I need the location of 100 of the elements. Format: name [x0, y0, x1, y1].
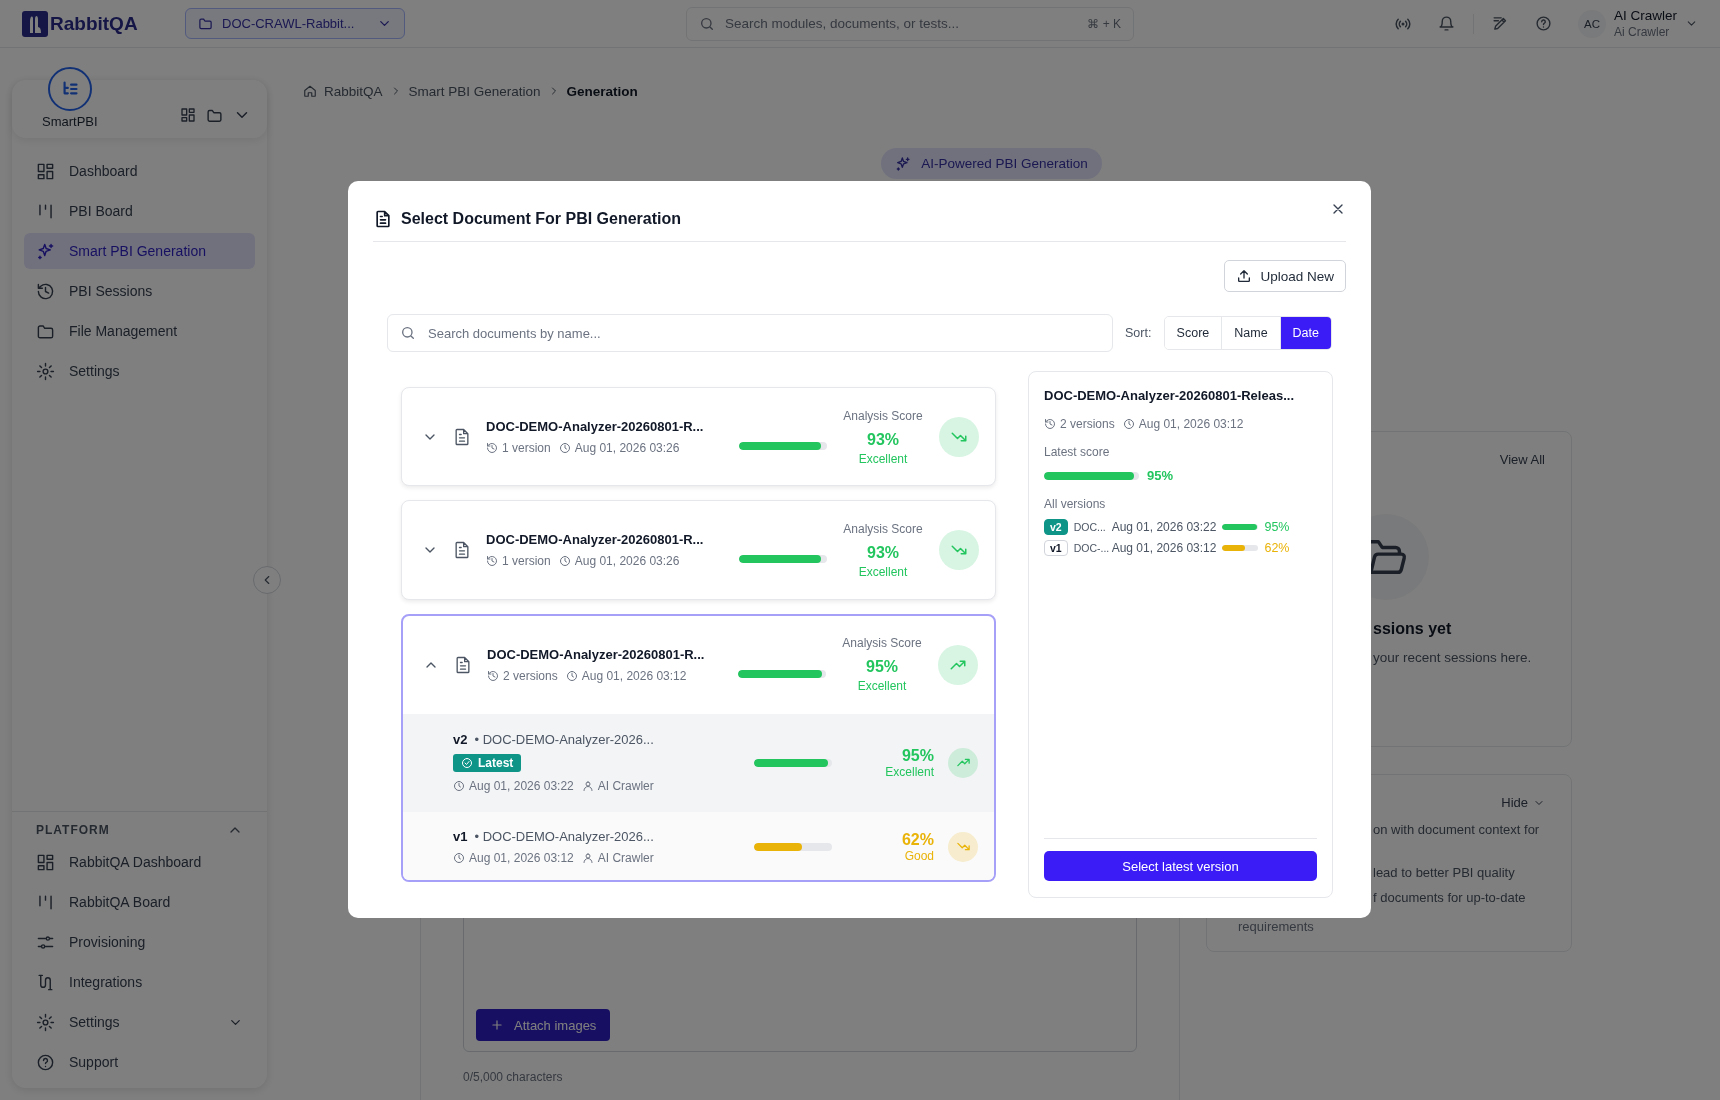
tip-text: on with document context for: [1373, 822, 1541, 837]
version-name: DOC...: [1073, 521, 1106, 533]
character-counter: 0/5,000 characters: [463, 1070, 564, 1084]
user-name: AI Crawler: [1614, 8, 1677, 23]
trend-up-icon: [948, 747, 978, 778]
version-count: 1 version: [502, 554, 551, 569]
clock-icon: [565, 669, 578, 682]
version-name: • DOC-DEMO-Analyzer-2026...: [474, 828, 654, 844]
version-date: Aug 01, 2026 03:12: [469, 850, 574, 865]
breadcrumb-link[interactable]: Smart PBI Generation: [408, 83, 541, 99]
upload-icon: [1236, 268, 1253, 284]
user-icon: [581, 780, 594, 793]
version-author: AI Crawler: [597, 779, 654, 794]
nav-item[interactable]: File Management: [24, 313, 255, 349]
document-card[interactable]: [401, 613, 996, 882]
nav-item[interactable]: PBI Sessions: [24, 273, 255, 309]
nav-item[interactable]: Provisioning: [24, 924, 255, 960]
score-value: 95%: [1147, 468, 1174, 483]
app-logo[interactable]: RabbitQA: [50, 12, 138, 35]
document-card[interactable]: DOC-DEMO-Analyzer-20260801-R... 1 version Aug 01, 2026 03:26 Analysis Score 93% Excellent: [401, 387, 996, 487]
grid-icon[interactable]: [180, 107, 196, 123]
clock-icon: [453, 780, 465, 793]
settings-icon: [36, 361, 55, 381]
nav-item[interactable]: Integrations: [24, 964, 255, 1000]
sort-label: Sort:: [1125, 326, 1152, 340]
upload-new-button[interactable]: Upload New: [1224, 260, 1346, 292]
document-date: Aug 01, 2026 03:12: [581, 668, 687, 683]
search-field[interactable]: Search documents by name...: [387, 314, 1113, 352]
nav-item[interactable]: RabbitQA Board: [24, 884, 255, 920]
nav-item[interactable]: Settings: [24, 353, 255, 389]
search-icon: [400, 325, 416, 341]
version-date: Aug 01, 2026 03:12: [1111, 541, 1217, 555]
tip-text: requirements: [1238, 919, 1315, 934]
global-search-field[interactable]: Search modules, documents, or tests... ⌘ + K: [686, 6, 1134, 41]
score-grade: Excellent: [885, 764, 934, 779]
hide-toggle[interactable]: Hide: [1501, 795, 1545, 810]
score-value: 93%: [867, 430, 899, 449]
pen-icon[interactable]: [1492, 15, 1509, 32]
sparkle-icon: [36, 241, 55, 261]
attach-images-button[interactable]: Attach images: [476, 1009, 611, 1041]
document-date: Aug 01, 2026 03:12: [1138, 417, 1244, 431]
sort-option[interactable]: Score: [1164, 317, 1223, 349]
sparkle-icon: [895, 155, 912, 172]
sort-option[interactable]: Date: [1280, 317, 1331, 349]
folder-icon: [198, 16, 213, 31]
clock-icon: [558, 442, 571, 454]
trend-down-icon: [939, 530, 979, 571]
route-icon: [36, 972, 55, 992]
nav-item[interactable]: Dashboard: [24, 153, 255, 189]
nav-item[interactable]: Support: [24, 1044, 255, 1080]
user-icon: [581, 851, 594, 864]
history-icon: [486, 442, 498, 454]
versions-label: All versions: [1044, 497, 1107, 511]
document-card[interactable]: DOC-DEMO-Analyzer-20260801-R... 1 version Aug 01, 2026 03:26 Analysis Score 93% Excellent: [401, 500, 996, 600]
notification-icon[interactable]: [1438, 15, 1455, 32]
feature-badge: AI-Powered PBI Generation: [881, 148, 1102, 179]
trend-down-icon: [939, 417, 979, 457]
score-value: 93%: [867, 543, 899, 562]
nav-item[interactable]: RabbitQA Dashboard: [24, 844, 255, 880]
latest-score-label: Latest score: [1044, 445, 1111, 459]
dashboard-icon: [36, 161, 55, 181]
settings-icon: [36, 1012, 55, 1032]
empty-state-text: your recent sessions here.: [1373, 650, 1533, 665]
document-date: Aug 01, 2026 03:26: [574, 441, 680, 455]
dashboard-icon: [36, 852, 55, 872]
section-title: PLATFORM: [36, 823, 110, 837]
version-date: Aug 01, 2026 03:22: [1111, 520, 1217, 534]
version-tag: v2: [453, 732, 468, 748]
nav-item[interactable]: PBI Board: [24, 193, 255, 229]
version-count: 2 versions: [503, 668, 558, 683]
version-date: Aug 01, 2026 03:22: [469, 779, 574, 794]
breadcrumb-link[interactable]: RabbitQA: [324, 83, 383, 99]
version-tag: v1: [453, 828, 468, 844]
select-latest-button[interactable]: Select latest version: [1044, 851, 1317, 881]
history-icon: [487, 669, 499, 682]
clock-icon: [558, 555, 571, 568]
help-icon[interactable]: [1535, 15, 1552, 32]
score-value: 95%: [901, 746, 934, 765]
nav-item[interactable]: Smart PBI Generation: [24, 233, 255, 269]
trend-down-icon: [948, 831, 978, 862]
user-avatar[interactable]: AC: [1578, 9, 1606, 38]
board-icon: [36, 201, 55, 221]
version-tag: v1: [1044, 540, 1068, 556]
project-selector[interactable]: DOC-CRAWL-Rabbit...: [185, 8, 405, 39]
plus-icon: [490, 1018, 504, 1032]
view-all-link[interactable]: View All: [1499, 452, 1545, 467]
version-tag: v2: [1044, 519, 1068, 535]
score-value: 62%: [901, 830, 934, 849]
document-title: DOC-DEMO-Analyzer-20260801-R...: [487, 646, 706, 662]
version-author: AI Crawler: [597, 850, 654, 865]
document-icon: [373, 209, 393, 229]
nav-item[interactable]: Settings: [24, 1004, 255, 1040]
dialog-title: Select Document For PBI Generation: [401, 210, 682, 228]
document-title: DOC-DEMO-Analyzer-20260801-R...: [486, 532, 705, 548]
version-count: 1 version: [502, 441, 551, 455]
score-value: 95%: [1264, 520, 1290, 534]
score-label: Analysis Score: [843, 521, 923, 536]
empty-state-title: ssions yet: [1373, 620, 1453, 638]
score-grade: Good: [904, 848, 934, 863]
home-icon: [303, 84, 317, 98]
